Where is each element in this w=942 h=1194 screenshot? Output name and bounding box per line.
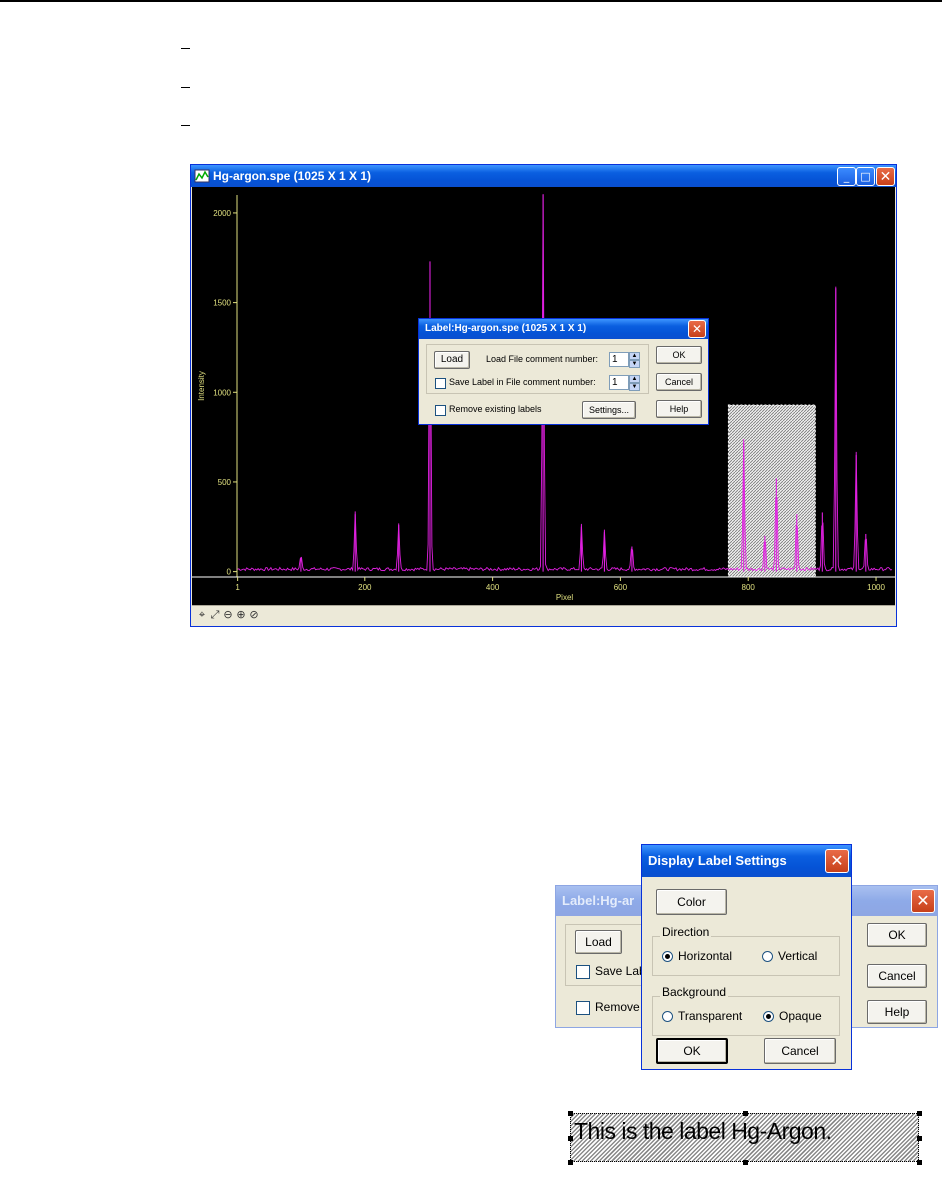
zoomed-remove-checkbox[interactable] [576, 1001, 590, 1015]
minimize-button[interactable]: _ [837, 167, 856, 186]
load-comment-number[interactable]: 1 [609, 352, 629, 367]
settings-dialog-titlebar[interactable]: Display Label Settings [642, 845, 851, 877]
resize-handle[interactable] [742, 1160, 748, 1165]
x-tick-label: 400 [486, 583, 500, 592]
background-group-label: Background [660, 985, 729, 999]
x-tick-label: 1 [235, 583, 240, 592]
zoom-out-icon[interactable]: ⊖ [222, 608, 234, 622]
autoscale-icon[interactable]: ⤢ [209, 608, 221, 622]
help-button[interactable]: Help [656, 400, 702, 418]
x-tick-label: 800 [742, 583, 756, 592]
x-axis-label: Pixel [556, 593, 574, 602]
zoomed-load-button[interactable]: Load [575, 930, 622, 954]
margin-mark [181, 125, 190, 126]
opaque-radio[interactable] [763, 1011, 774, 1022]
y-tick-label: 1500 [213, 299, 231, 308]
load-button[interactable]: Load [434, 351, 470, 369]
settings-ok-button[interactable]: OK [656, 1038, 728, 1064]
remove-labels-label: Remove existing labels [449, 404, 542, 414]
zoomed-dialog-title: Label:Hg-ar [562, 893, 635, 908]
settings-dialog: Display Label Settings ✕ Color Direction… [641, 844, 852, 1070]
label-sample[interactable]: This is the label Hg-Argon. [570, 1113, 919, 1162]
zoomed-cancel-button[interactable]: Cancel [867, 964, 927, 988]
resize-handle[interactable] [568, 1135, 573, 1141]
horizontal-label: Horizontal [678, 949, 733, 963]
spectrum-window-titlebar[interactable]: Hg-argon.spe (1025 X 1 X 1) [191, 165, 896, 187]
vertical-radio[interactable] [762, 951, 773, 962]
graph-toolbar: ⌖ ⤢ ⊖ ⊕ ⊘ [192, 605, 895, 626]
resize-handle[interactable] [568, 1160, 573, 1165]
save-label-text: Save Label in File comment number: [449, 377, 596, 387]
settings-button[interactable]: Settings... [582, 401, 636, 419]
save-label-checkbox[interactable] [435, 378, 446, 389]
margin-mark [181, 87, 190, 88]
zoom-reset-icon[interactable]: ⊘ [248, 608, 260, 622]
load-comment-up[interactable]: ▲ [629, 352, 640, 360]
y-axis-label: Intensity [197, 371, 206, 401]
window-title: Hg-argon.spe (1025 X 1 X 1) [213, 169, 372, 183]
y-tick-label: 500 [218, 478, 232, 487]
zoomed-remove-label: Remove [595, 1000, 640, 1014]
transparent-label: Transparent [678, 1009, 743, 1023]
ok-button[interactable]: OK [656, 346, 702, 364]
load-comment-down[interactable]: ▼ [629, 360, 640, 368]
zoomed-ok-button[interactable]: OK [867, 923, 927, 947]
label-dialog-close-button[interactable]: ✕ [688, 320, 706, 338]
x-tick-label: 600 [614, 583, 628, 592]
cancel-button[interactable]: Cancel [656, 373, 702, 391]
direction-group-label: Direction [660, 925, 712, 939]
page-top-rule [0, 0, 942, 2]
zoomed-save-label: Save Lab [595, 964, 646, 978]
color-button[interactable]: Color [656, 889, 727, 915]
margin-mark [181, 48, 190, 49]
zoomed-dialog-close-button[interactable]: ✕ [911, 889, 935, 913]
label-dialog-titlebar[interactable]: Label:Hg-argon.spe (1025 X 1 X 1) [419, 319, 708, 339]
save-comment-down[interactable]: ▼ [629, 383, 640, 391]
save-comment-up[interactable]: ▲ [629, 375, 640, 383]
save-comment-number[interactable]: 1 [609, 375, 629, 390]
label-dialog-title: Label:Hg-argon.spe (1025 X 1 X 1) [425, 323, 587, 334]
remove-labels-checkbox[interactable] [435, 405, 446, 416]
y-tick-label: 2000 [213, 209, 231, 218]
x-tick-label: 1000 [867, 583, 885, 592]
x-tick-label: 200 [358, 583, 372, 592]
y-tick-label: 0 [227, 568, 232, 577]
vertical-label: Vertical [778, 949, 818, 963]
horizontal-radio[interactable] [662, 951, 673, 962]
cursor-icon[interactable]: ⌖ [196, 608, 208, 622]
label-dialog: Label:Hg-argon.spe (1025 X 1 X 1) ✕ Load… [418, 318, 709, 425]
load-comment-label: Load File comment number: [486, 354, 599, 364]
resize-handle[interactable] [917, 1135, 922, 1141]
opaque-label: Opaque [779, 1009, 822, 1023]
resize-handle[interactable] [917, 1111, 922, 1116]
zoomed-help-button[interactable]: Help [867, 1000, 927, 1024]
zoomed-save-checkbox[interactable] [576, 965, 590, 979]
y-tick-label: 1000 [213, 388, 231, 397]
label-sample-text: This is the label Hg-Argon. [574, 1118, 832, 1144]
app-icon [194, 169, 210, 183]
maximize-button[interactable]: □ [856, 167, 875, 186]
settings-cancel-button[interactable]: Cancel [764, 1038, 836, 1064]
close-button[interactable]: ✕ [876, 167, 895, 186]
settings-dialog-close-button[interactable]: ✕ [825, 849, 849, 873]
resize-handle[interactable] [917, 1160, 922, 1165]
resize-handle[interactable] [742, 1111, 748, 1116]
transparent-radio[interactable] [662, 1011, 673, 1022]
zoom-in-icon[interactable]: ⊕ [235, 608, 247, 622]
settings-dialog-title: Display Label Settings [648, 853, 787, 868]
resize-handle[interactable] [568, 1111, 573, 1116]
